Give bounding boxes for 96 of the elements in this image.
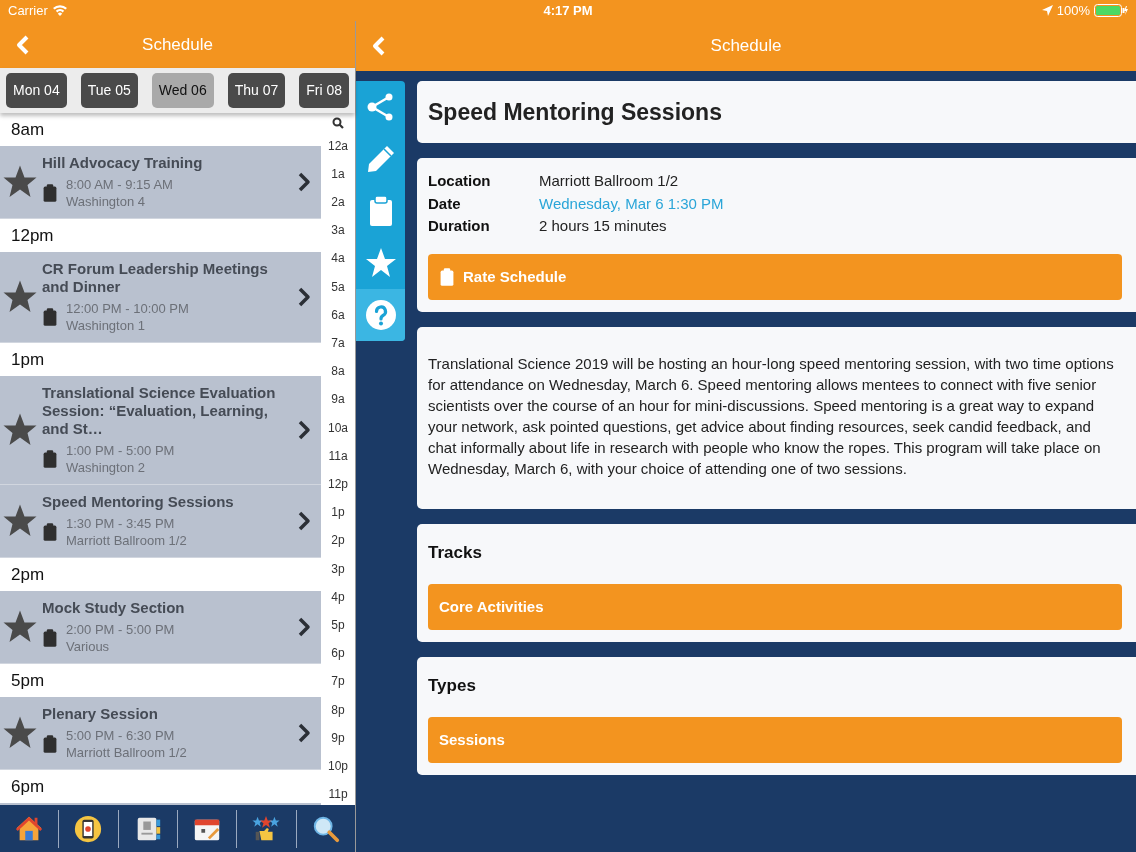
index-letter[interactable]: 9p bbox=[331, 728, 345, 747]
time-header: 6pm bbox=[10, 775, 46, 798]
field-value: Marriott Ballroom 1/2 bbox=[539, 171, 679, 192]
section-heading: Tracks bbox=[428, 542, 483, 565]
day-tab[interactable]: Thu 07 bbox=[227, 73, 286, 108]
event-title: Translational Science Evaluation Session: “Evaluation, Learning, and St… bbox=[42, 383, 277, 438]
event-title: Mock Study Section bbox=[42, 598, 186, 617]
event-time: 12:00 PM - 10:00 PM bbox=[66, 299, 189, 317]
day-tab[interactable]: Wed 06 bbox=[151, 73, 214, 108]
session-title: Speed Mentoring Sessions bbox=[428, 97, 723, 127]
nav-title: Schedule bbox=[710, 35, 782, 58]
index-letter[interactable]: 2p bbox=[331, 531, 345, 550]
index-letter[interactable]: 10a bbox=[328, 418, 348, 437]
time-header: 8am bbox=[10, 118, 46, 141]
index-letter[interactable]: 12p bbox=[328, 474, 348, 493]
wifi-icon bbox=[51, 4, 68, 17]
phone-badge-icon[interactable] bbox=[73, 813, 104, 844]
status-time: 4:17 PM bbox=[543, 2, 593, 18]
day-tab[interactable]: Tue 05 bbox=[80, 73, 138, 108]
clipboard-icon bbox=[42, 182, 58, 203]
index-letter[interactable]: 7a bbox=[331, 333, 345, 352]
index-letter[interactable]: 6p bbox=[331, 644, 345, 663]
index-letter[interactable]: 7p bbox=[331, 672, 345, 691]
chevron-right-icon bbox=[297, 616, 311, 637]
event-time: 5:00 PM - 6:30 PM bbox=[66, 726, 176, 744]
event-row[interactable]: Plenary Session 5:00 PM - 6:30 PM Marriott Ballroom 1/2 bbox=[0, 696, 321, 770]
field-label: Duration bbox=[428, 216, 491, 237]
clipboard-icon bbox=[42, 733, 58, 754]
index-letter[interactable]: 3p bbox=[331, 559, 345, 578]
field-label: Location bbox=[428, 171, 492, 192]
index-letter[interactable]: 10p bbox=[328, 757, 348, 775]
help-icon bbox=[364, 298, 397, 331]
event-row[interactable]: CR Forum Leadership Meetings and Dinner 12:00 PM - 10:00 PM Washington 1 bbox=[0, 251, 321, 343]
index-letter[interactable]: 4p bbox=[331, 587, 345, 606]
event-location: Washington 4 bbox=[66, 192, 146, 210]
chevron-right-icon bbox=[297, 286, 311, 307]
index-letter[interactable]: 11p bbox=[328, 785, 348, 804]
event-title: Plenary Session bbox=[42, 704, 159, 723]
event-row[interactable]: Translational Science Evaluation Session: “Evaluation, Learning, and St… 1:00 PM - 5:00 PM Washington 2 bbox=[0, 375, 321, 485]
index-letter[interactable]: 4a bbox=[331, 249, 345, 268]
event-time: 1:30 PM - 3:45 PM bbox=[66, 514, 176, 532]
carrier-label: Carrier bbox=[8, 1, 48, 20]
star-icon bbox=[364, 246, 397, 279]
event-title: CR Forum Leadership Meetings and Dinner bbox=[42, 259, 269, 296]
time-header: 12pm bbox=[10, 224, 55, 247]
index-letter[interactable]: 11a bbox=[328, 446, 348, 465]
event-location: Various bbox=[66, 637, 111, 655]
event-row[interactable]: Speed Mentoring Sessions 1:30 PM - 3:45 PM Marriott Ballroom 1/2 bbox=[0, 484, 321, 558]
event-time: 2:00 PM - 5:00 PM bbox=[66, 620, 175, 638]
event-location: Marriott Ballroom 1/2 bbox=[66, 743, 187, 761]
back-chevron-icon bbox=[372, 35, 386, 56]
event-time: 8:00 AM - 9:15 AM bbox=[66, 175, 173, 193]
index-letter[interactable]: 8a bbox=[331, 362, 345, 381]
index-letter[interactable]: 3a bbox=[331, 221, 345, 240]
event-location: Washington 2 bbox=[66, 458, 146, 476]
chevron-right-icon bbox=[297, 419, 311, 440]
clipboard-icon bbox=[42, 521, 58, 542]
field-value: 2 hours 15 minutes bbox=[539, 216, 667, 237]
tool-button[interactable] bbox=[356, 288, 405, 341]
index-letter[interactable]: 6a bbox=[331, 305, 345, 324]
index-letter[interactable]: 8p bbox=[331, 700, 345, 719]
chevron-right-icon bbox=[297, 510, 311, 531]
event-title: Speed Mentoring Sessions bbox=[42, 492, 235, 511]
location-arrow-icon bbox=[1041, 4, 1053, 16]
day-tab[interactable]: Mon 04 bbox=[6, 73, 67, 108]
clipboard-icon bbox=[42, 627, 58, 648]
description-text: Translational Science 2019 will be hosting an hour-long speed mentoring session, with two time options for attendance on Wednesday, March 6. Speed mentoring allows mentees to connect with five senior scientists over the course of an hour for mini-discussions. Speed mentoring is a great way to expand your network, ask pointed questions, get advice about finding resources, seek candid feedback, and chat informally about life in research with people who know the ropes. This program will take place on Wednesday, March 6, with your choice of attending one of two sessions. bbox=[428, 354, 1115, 480]
event-location: Washington 1 bbox=[66, 316, 146, 334]
event-title: Hill Advocacy Training bbox=[42, 153, 204, 172]
event-row[interactable]: Hill Advocacy Training 8:00 AM - 9:15 AM Washington 4 bbox=[0, 145, 321, 219]
chevron-right-icon bbox=[297, 171, 311, 192]
index-letter[interactable]: 5p bbox=[331, 616, 345, 634]
index-letter[interactable]: 1p bbox=[331, 503, 345, 522]
battery-percent: 100% bbox=[1056, 1, 1090, 20]
section-heading: Types bbox=[428, 675, 477, 698]
time-header: 1pm bbox=[10, 348, 46, 371]
time-header: 2pm bbox=[10, 563, 46, 586]
time-header: 5pm bbox=[10, 669, 46, 692]
back-chevron-icon bbox=[16, 34, 30, 55]
nav-title: Schedule bbox=[142, 33, 213, 56]
event-time: 1:00 PM - 5:00 PM bbox=[66, 441, 175, 459]
chevron-right-icon bbox=[297, 722, 311, 743]
battery-icon bbox=[1094, 3, 1128, 17]
clipboard-icon bbox=[42, 306, 58, 327]
event-location: Marriott Ballroom 1/2 bbox=[66, 531, 187, 549]
index-letter[interactable]: 2a bbox=[331, 192, 345, 211]
field-label: Date bbox=[428, 193, 462, 214]
day-tab[interactable]: Fri 08 bbox=[299, 73, 349, 108]
index-letter[interactable]: 9a bbox=[331, 390, 345, 409]
clipboard-icon bbox=[439, 267, 455, 288]
search-icon[interactable] bbox=[332, 116, 344, 129]
clipboard-icon bbox=[42, 448, 58, 469]
index-letter[interactable]: 1a bbox=[331, 164, 345, 183]
index-letter[interactable]: 5a bbox=[331, 277, 345, 296]
event-row[interactable]: Mock Study Section 2:00 PM - 5:00 PM Various bbox=[0, 590, 321, 664]
index-letter[interactable]: 12a bbox=[328, 136, 348, 155]
